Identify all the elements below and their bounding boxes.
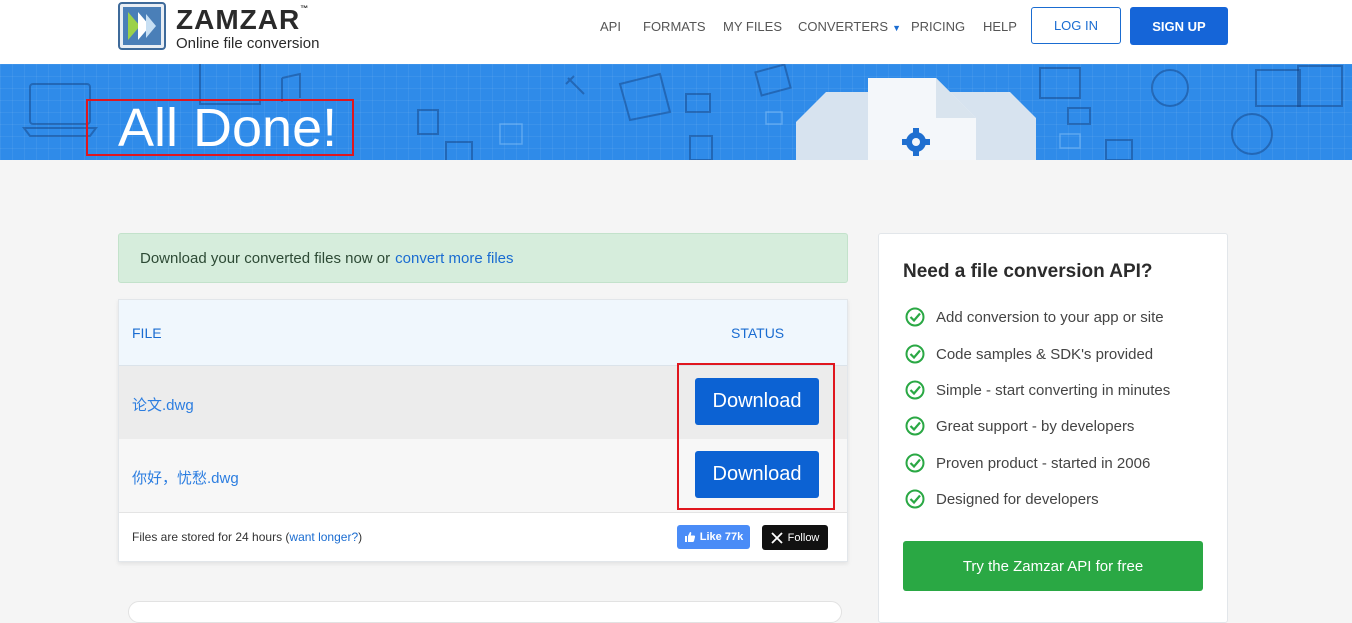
- convert-more-link[interactable]: convert more files: [395, 250, 513, 267]
- download-highlight-box: [677, 363, 835, 510]
- api-feature-item: Add conversion to your app or site: [905, 307, 1164, 327]
- check-circle-icon: [905, 380, 925, 400]
- table-footer: Files are stored for 24 hours (want long…: [119, 513, 847, 561]
- signup-button[interactable]: SIGN UP: [1130, 7, 1228, 45]
- check-circle-icon: [905, 344, 925, 364]
- follow-label: Follow: [787, 531, 820, 544]
- x-follow-button[interactable]: Follow: [762, 525, 828, 550]
- file-name-link[interactable]: 论文.dwg: [132, 394, 194, 415]
- caret-down-icon: ▼: [892, 23, 901, 33]
- api-feature-item: Simple - start converting in minutes: [905, 380, 1170, 400]
- api-promo-panel: Need a file conversion API? Add conversi…: [878, 233, 1228, 623]
- next-card-edge: [128, 601, 842, 623]
- nav-help[interactable]: HELP: [983, 19, 1017, 34]
- title-highlight-box: [86, 99, 354, 156]
- x-logo-icon: [770, 531, 783, 544]
- alert-text: Download your converted files now or: [140, 249, 391, 267]
- storage-note: Files are stored for 24 hours (want long…: [132, 530, 363, 544]
- zamzar-logo[interactable]: ZAMZAR™ Online file conversion: [118, 2, 348, 52]
- nav-converters[interactable]: CONVERTERS ▼: [798, 19, 901, 34]
- check-circle-icon: [905, 307, 925, 327]
- api-feature-item: Designed for developers: [905, 489, 1099, 509]
- logo-tagline: Online file conversion: [176, 35, 320, 52]
- nav-pricing[interactable]: PRICING: [911, 19, 965, 34]
- nav-converters-label: CONVERTERS: [798, 19, 889, 34]
- zamzar-logo-icon: [118, 2, 166, 50]
- want-longer-link[interactable]: want longer?: [289, 530, 358, 544]
- success-alert: Download your converted files now or con…: [118, 233, 848, 283]
- try-api-button[interactable]: Try the Zamzar API for free: [903, 541, 1203, 591]
- nav-api[interactable]: API: [600, 19, 621, 34]
- top-navbar: ZAMZAR™ Online file conversion API FORMA…: [0, 0, 1352, 64]
- check-circle-icon: [905, 453, 925, 473]
- table-header: FILE STATUS: [119, 300, 847, 366]
- facebook-like-button[interactable]: Like 77k: [677, 525, 750, 549]
- file-name-link[interactable]: 你好，忧愁.dwg: [132, 467, 239, 488]
- api-panel-title: Need a file conversion API?: [903, 261, 1153, 282]
- nav-formats[interactable]: FORMATS: [643, 19, 706, 34]
- thumbs-up-icon: [684, 532, 695, 542]
- header-file: FILE: [132, 325, 162, 341]
- logo-name: ZAMZAR™: [176, 4, 310, 35]
- check-circle-icon: [905, 416, 925, 436]
- login-button[interactable]: LOG IN: [1031, 7, 1121, 44]
- like-count: Like 77k: [699, 531, 744, 543]
- header-status: STATUS: [731, 325, 785, 341]
- check-circle-icon: [905, 489, 925, 509]
- api-feature-item: Great support - by developers: [905, 416, 1134, 436]
- api-feature-item: Proven product - started in 2006: [905, 453, 1150, 473]
- nav-my-files[interactable]: MY FILES: [723, 19, 782, 34]
- document-illustration-icon: [796, 78, 1036, 160]
- api-feature-item: Code samples & SDK's provided: [905, 344, 1153, 364]
